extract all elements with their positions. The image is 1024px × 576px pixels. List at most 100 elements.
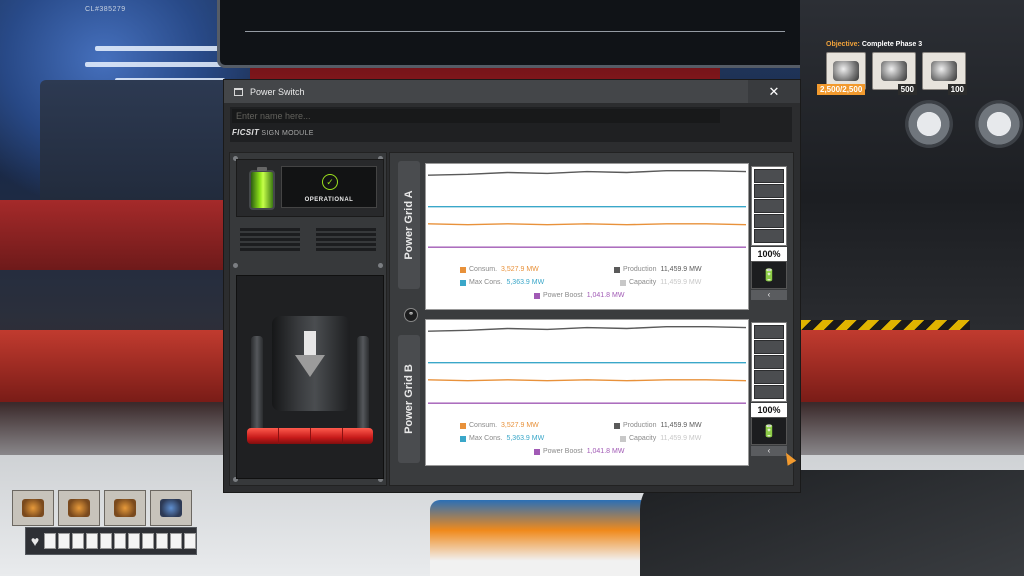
power-switch-window: Power Switch ✕ FICSIT SIGN MODULE ✓ OPER… (223, 79, 801, 493)
objective-name: Complete Phase 3 (861, 41, 923, 48)
objective-title: Objective: Complete Phase 3 (826, 41, 966, 48)
grid-b-tab: Power Grid B (398, 335, 420, 463)
legend-label: Consum. (469, 422, 498, 429)
lever-arm (357, 336, 369, 434)
objective-panel: Objective: Complete Phase 3 2,500/2,500 … (817, 41, 967, 95)
item-icon (881, 61, 907, 81)
legend-label: Consum. (469, 266, 498, 273)
battery-segment (754, 355, 784, 369)
switch-panel: ✓ OPERATIONAL (229, 152, 387, 486)
name-input[interactable] (232, 109, 720, 123)
health-cell (86, 533, 98, 549)
grid-a-label: Power Grid A (403, 190, 415, 260)
close-button[interactable]: ✕ (748, 80, 800, 103)
battery-segment (754, 199, 784, 213)
power-grids: ⚭ Power Grid A Consum. 3,527.9 MW Produc… (389, 152, 794, 486)
objective-items: 2,500/2,500 500 100 (817, 52, 967, 95)
legend-label: Power Boost (543, 292, 583, 299)
red-rail (0, 200, 230, 270)
vent (316, 228, 376, 252)
arrow-down-icon (295, 331, 325, 377)
coordinates-readout: CL#385279 (85, 6, 126, 13)
battery-segment (754, 184, 784, 198)
battery-segment (754, 229, 784, 243)
legend-swatch (614, 422, 620, 429)
sign-module: FICSIT SIGN MODULE (230, 107, 792, 142)
ceiling-light (95, 46, 235, 51)
screw (233, 263, 238, 268)
coffee-cup (430, 500, 650, 576)
legend-maxcons: Max Cons. 5,363.9 MW (460, 435, 544, 442)
legend-boost: Power Boost 1,041.8 MW (534, 448, 624, 455)
grid-b-battery: 100% 🔋 ‹ (751, 319, 789, 464)
legend-value: 11,459.9 MW (660, 266, 702, 273)
health-cell (72, 533, 84, 549)
legend-consum: Consum. 3,527.9 MW (460, 266, 539, 273)
lever-handle[interactable] (247, 428, 373, 444)
health-bar: ♥ (25, 527, 197, 555)
legend-swatch (620, 435, 626, 442)
hotbar-slot[interactable] (104, 490, 146, 526)
legend-swatch (460, 266, 466, 273)
health-cell (114, 533, 126, 549)
legend-swatch (460, 279, 466, 286)
battery-segment (754, 325, 784, 339)
ceiling-light (85, 62, 235, 67)
window-titlebar[interactable]: Power Switch ✕ (224, 80, 800, 103)
legend-consum: Consum. 3,527.9 MW (460, 422, 539, 429)
legend-label: Production (623, 422, 657, 429)
monitor-line (245, 31, 785, 32)
grid-a-tab: Power Grid A (398, 161, 420, 289)
vent (240, 228, 300, 252)
health-cell (58, 533, 70, 549)
collapse-button[interactable]: ‹ (751, 290, 787, 300)
legend-value: 1,041.8 MW (586, 292, 625, 299)
switch-lever[interactable] (236, 275, 384, 479)
objective-item: 100 (922, 52, 967, 95)
hotbar-slot[interactable] (12, 490, 54, 526)
grid-a-graph: Consum. 3,527.9 MW Production 11,459.9 M… (425, 163, 749, 310)
legend-swatch (460, 435, 466, 442)
legend-value: 11,459.9 MW (660, 422, 702, 429)
power-graph (427, 325, 747, 404)
status-indicator: ✓ OPERATIONAL (236, 159, 384, 217)
window-title: Power Switch (250, 86, 305, 97)
objective-label: Objective: (826, 41, 860, 48)
hotbar-slot[interactable] (150, 490, 192, 526)
ficsit-logo: FICSIT (232, 128, 260, 137)
health-cell (44, 533, 56, 549)
series-line-production (427, 325, 747, 332)
legend-value: 11,459.9 MW (660, 435, 702, 442)
item-count: 2,500/2,500 (817, 84, 866, 95)
handle-seam (278, 428, 279, 444)
handle-seam (342, 428, 343, 444)
hazard-stripe (800, 320, 970, 330)
status-text: OPERATIONAL (304, 197, 354, 203)
health-cells (44, 533, 196, 549)
equipment-icon (22, 499, 44, 517)
legend-swatch (620, 279, 626, 286)
legend-value: 3,527.9 MW (501, 422, 539, 429)
battery-plug-icon: 🔋 (751, 261, 787, 289)
health-cell (128, 533, 140, 549)
dial (975, 100, 1023, 148)
equipment-icon (114, 499, 136, 517)
battery-percent: 100% (751, 403, 787, 417)
legend-label: Power Boost (543, 448, 583, 455)
battery-icon (249, 167, 275, 210)
hotbar-slot[interactable] (58, 490, 100, 526)
legend-label: Capacity (629, 279, 657, 286)
series-line-consum (427, 379, 747, 382)
status-display: ✓ OPERATIONAL (281, 166, 377, 208)
check-circle-icon: ✓ (322, 174, 338, 190)
legend-label: Capacity (629, 435, 657, 442)
hotbar (12, 490, 192, 526)
item-icon (931, 61, 957, 81)
link-icon: ⚭ (404, 308, 418, 322)
battery-segment (754, 169, 784, 183)
battery-segment (754, 385, 784, 399)
monitor-frame (217, 0, 813, 68)
series-line-consum (427, 223, 747, 226)
health-cell (100, 533, 112, 549)
objective-item: 500 (872, 52, 917, 95)
